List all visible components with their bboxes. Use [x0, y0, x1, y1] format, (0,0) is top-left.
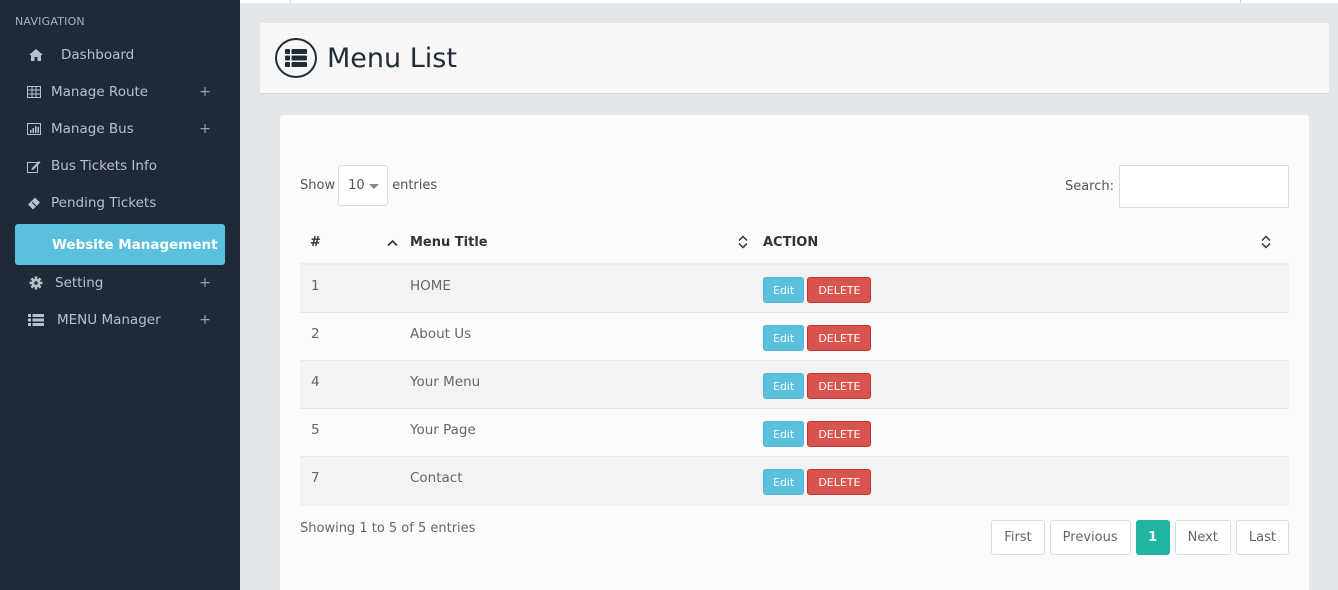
sidebar-item-manage-route[interactable]: Manage Route + [15, 74, 225, 110]
sidebar: NAVIGATION Dashboard Manage Route + Mana… [0, 0, 240, 590]
row-title: About Us [410, 325, 472, 342]
menu-list-card: Show 10 entries Search: # Menu Title ACT… [280, 115, 1309, 590]
sidebar-item-label: Website Management [52, 236, 218, 253]
page-size-control: Show 10 entries [300, 165, 437, 206]
table-row: 1 HOME Edit DELETE [300, 264, 1289, 312]
sidebar-item-label: Dashboard [61, 47, 135, 63]
bar-chart-icon [23, 123, 45, 135]
search-input[interactable] [1119, 165, 1289, 208]
column-header-id[interactable]: # [300, 222, 410, 264]
entries-label: entries [392, 178, 438, 193]
table-info: Showing 1 to 5 of 5 entries [300, 521, 476, 536]
row-id: 4 [311, 373, 320, 390]
table-row: 5 Your Page Edit DELETE [300, 408, 1289, 456]
table-row: 2 About Us Edit DELETE [300, 312, 1289, 360]
row-title: Your Page [410, 421, 476, 438]
sidebar-item-menu-manager[interactable]: MENU Manager + [15, 302, 225, 338]
row-title: Contact [410, 469, 463, 486]
table-icon [23, 86, 45, 98]
pagination: First Previous 1 Next Last [986, 520, 1289, 555]
row-actions: Edit DELETE [763, 456, 1289, 506]
delete-button[interactable]: DELETE [807, 420, 872, 447]
previous-page-button[interactable]: Previous [1049, 520, 1131, 555]
top-bar-divider [1240, 0, 1241, 3]
sidebar-item-dashboard[interactable]: Dashboard [15, 37, 225, 73]
edit-button[interactable]: Edit [763, 468, 805, 495]
show-label: Show [300, 178, 336, 193]
sidebar-item-manage-bus[interactable]: Manage Bus + [15, 111, 225, 147]
gear-icon [25, 276, 47, 290]
expand-icon[interactable]: + [195, 312, 215, 328]
column-header-action[interactable]: ACTION [763, 222, 1289, 264]
page-size-select[interactable]: 10 [338, 165, 389, 206]
edit-button[interactable]: Edit [763, 372, 805, 399]
search-label: Search: [1064, 179, 1114, 194]
chevron-down-icon [368, 184, 379, 189]
sidebar-item-label: Bus Tickets Info [51, 158, 157, 174]
row-actions: Edit DELETE [763, 408, 1289, 456]
sidebar-item-label: Manage Route [51, 84, 149, 100]
edit-button[interactable]: Edit [763, 324, 805, 351]
table-header-row: # Menu Title ACTION [300, 222, 1289, 264]
delete-button[interactable]: DELETE [807, 372, 872, 399]
sidebar-item-label: Pending Tickets [51, 195, 157, 211]
sort-icon [738, 234, 748, 251]
delete-button[interactable]: DELETE [807, 277, 872, 303]
edit-icon [23, 160, 45, 173]
expand-icon[interactable]: + [195, 275, 215, 291]
page-size-value: 10 [348, 178, 365, 193]
row-actions: Edit DELETE [763, 312, 1289, 360]
sort-icon [1261, 234, 1271, 251]
last-page-button[interactable]: Last [1235, 520, 1289, 555]
row-actions: Edit DELETE [763, 360, 1289, 408]
row-id: 7 [311, 469, 320, 486]
first-page-button[interactable]: First [991, 520, 1045, 555]
row-title: HOME [410, 278, 451, 294]
page-1-button[interactable]: 1 [1135, 520, 1170, 555]
page-header: Menu List [260, 23, 1329, 94]
page-title: Menu List [327, 42, 457, 74]
top-bar [240, 0, 1338, 3]
menu-table: # Menu Title ACTION 1 HOME Edit DELETE 2… [300, 222, 1289, 506]
list-icon [25, 314, 47, 326]
search-control: Search: [1065, 165, 1289, 208]
row-id: 2 [311, 325, 320, 342]
column-header-menu-title[interactable]: Menu Title [410, 222, 763, 264]
delete-button[interactable]: DELETE [807, 324, 872, 351]
table-row: 4 Your Menu Edit DELETE [300, 360, 1289, 408]
edit-button[interactable]: Edit [763, 277, 805, 303]
nav-heading: NAVIGATION [15, 15, 85, 28]
sort-asc-icon [387, 237, 398, 248]
expand-icon[interactable]: + [195, 84, 215, 100]
sidebar-item-setting[interactable]: Setting + [15, 265, 225, 301]
row-id: 5 [311, 421, 320, 438]
home-icon [25, 49, 47, 61]
row-actions: Edit DELETE [763, 264, 1289, 312]
sidebar-item-pending-tickets[interactable]: Pending Tickets [15, 185, 225, 221]
sidebar-item-label: MENU Manager [57, 312, 161, 328]
list-circle-icon [275, 38, 317, 78]
sidebar-item-label: Setting [55, 275, 104, 291]
expand-icon[interactable]: + [195, 121, 215, 137]
sidebar-item-website-management[interactable]: Website Management [15, 224, 225, 265]
sidebar-item-bus-tickets-info[interactable]: Bus Tickets Info [15, 148, 225, 184]
next-page-button[interactable]: Next [1174, 520, 1231, 555]
ticket-icon [23, 197, 45, 210]
delete-button[interactable]: DELETE [807, 468, 872, 495]
row-id: 1 [311, 278, 320, 294]
edit-button[interactable]: Edit [763, 420, 805, 447]
table-row: 7 Contact Edit DELETE [300, 456, 1289, 506]
top-bar-divider [290, 0, 291, 3]
row-title: Your Menu [410, 373, 481, 390]
sidebar-item-label: Manage Bus [51, 121, 134, 137]
